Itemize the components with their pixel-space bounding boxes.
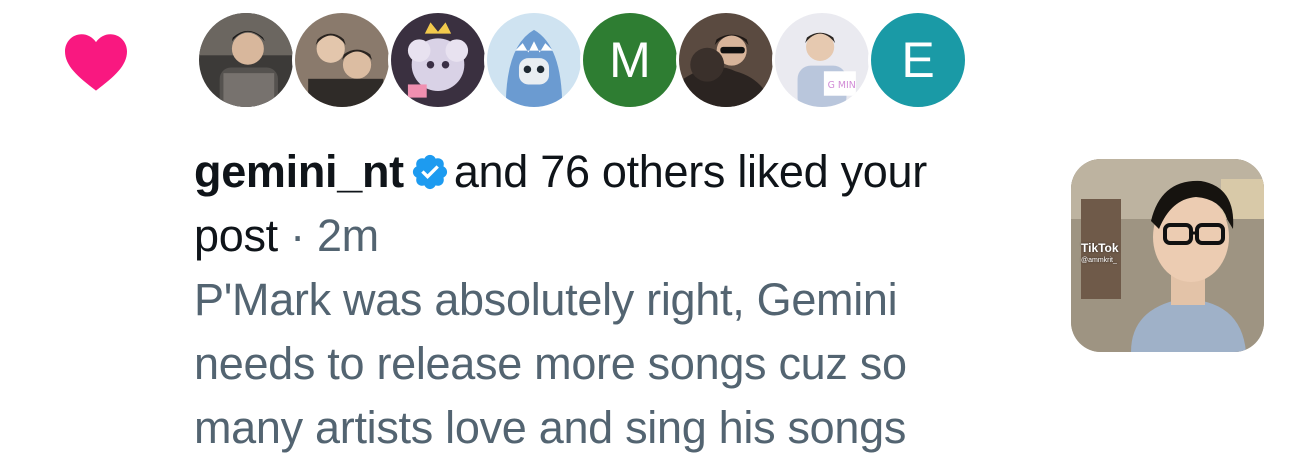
post-text: P'Mark was absolutely right, Gemini need… xyxy=(194,268,1034,460)
action-text: and 76 others liked your xyxy=(453,146,927,197)
post-text-line: P'Mark was absolutely right, Gemini xyxy=(194,274,898,325)
object-text: post xyxy=(194,210,278,261)
avatar[interactable] xyxy=(676,10,776,110)
notification-content[interactable]: gemini_nt and 76 others liked your post · … xyxy=(194,140,1034,460)
post-media-thumbnail[interactable]: TikTok @ammkrit_ xyxy=(1071,159,1264,352)
notification-headline: gemini_nt and 76 others liked your post · … xyxy=(194,140,1034,268)
avatar-letter-m[interactable]: M xyxy=(580,10,680,110)
avatar[interactable] xyxy=(484,10,584,110)
post-text-line: needs to release more songs cuz so xyxy=(194,338,907,389)
avatar[interactable] xyxy=(292,10,392,110)
post-text-line: many artists love and sing his songs xyxy=(194,402,907,453)
username-link[interactable]: gemini_nt xyxy=(194,146,404,197)
verified-badge-icon xyxy=(412,154,447,190)
heart-icon xyxy=(65,34,127,91)
avatar[interactable]: G MIN xyxy=(772,10,872,110)
svg-text:G MIN: G MIN xyxy=(828,80,856,91)
timestamp: 2m xyxy=(316,210,379,261)
separator: · xyxy=(290,210,305,261)
avatar-letter-e[interactable]: E xyxy=(868,10,968,110)
avatar[interactable] xyxy=(388,10,488,110)
tiktok-handle: @ammkrit_ xyxy=(1081,257,1117,264)
avatar[interactable] xyxy=(196,10,296,110)
tiktok-watermark: TikTok xyxy=(1081,241,1119,255)
